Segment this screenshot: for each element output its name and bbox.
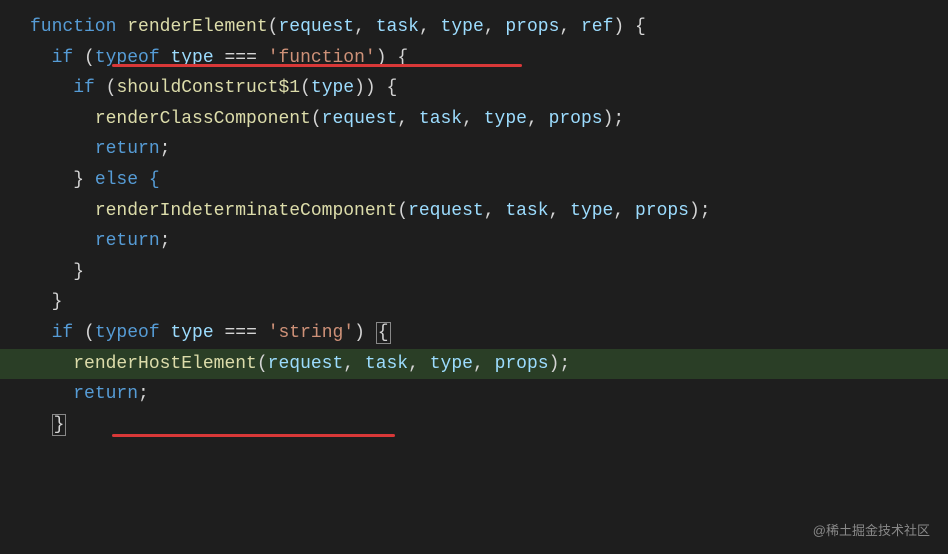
identifier: props (635, 201, 689, 221)
keyword-return: return (95, 139, 160, 159)
function-call: shouldConstruct$1 (116, 78, 300, 98)
code-line: renderIndeterminateComponent(request, ta… (0, 196, 948, 227)
keyword-return: return (95, 231, 160, 251)
param: task (376, 17, 419, 37)
identifier: props (549, 109, 603, 129)
keyword-if: if (52, 48, 74, 68)
code-line: if (typeof type === 'function') { (0, 43, 948, 74)
keyword-function: function (30, 17, 116, 37)
identifier: request (268, 354, 344, 374)
code-line: } (0, 287, 948, 318)
identifier: props (495, 354, 549, 374)
param: type (441, 17, 484, 37)
identifier: request (322, 109, 398, 129)
code-line: function renderElement(request, task, ty… (0, 12, 948, 43)
keyword-return: return (73, 384, 138, 404)
keyword-if: if (73, 78, 95, 98)
identifier: task (365, 354, 408, 374)
cursor-bracket: { (376, 322, 391, 344)
function-call: renderClassComponent (95, 109, 311, 129)
identifier: type (484, 109, 527, 129)
identifier: task (419, 109, 462, 129)
code-line: return; (0, 379, 948, 410)
identifier: request (408, 201, 484, 221)
annotation-underline (112, 434, 395, 437)
function-name: renderElement (127, 17, 267, 37)
code-line-highlighted: renderHostElement(request, task, type, p… (0, 349, 948, 380)
identifier: type (311, 78, 354, 98)
string-literal: 'string' (268, 323, 354, 343)
identifier: task (505, 201, 548, 221)
param: request (278, 17, 354, 37)
matching-bracket: } (52, 414, 67, 436)
code-line: if (shouldConstruct$1(type)) { (0, 73, 948, 104)
param: ref (581, 17, 613, 37)
keyword-if: if (52, 323, 74, 343)
code-line: return; (0, 134, 948, 165)
identifier: type (430, 354, 473, 374)
code-line: } (0, 257, 948, 288)
keyword-typeof: typeof (95, 323, 160, 343)
code-line: } else { (0, 165, 948, 196)
function-call: renderHostElement (73, 354, 257, 374)
code-line: if (typeof type === 'string') { (0, 318, 948, 349)
identifier: type (170, 323, 213, 343)
annotation-underline (112, 64, 522, 67)
watermark: @稀土掘金技术社区 (813, 520, 930, 542)
identifier: type (570, 201, 613, 221)
function-call: renderIndeterminateComponent (95, 201, 397, 221)
code-line: return; (0, 226, 948, 257)
param: props (505, 17, 559, 37)
code-editor[interactable]: function renderElement(request, task, ty… (0, 12, 948, 440)
code-line: renderClassComponent(request, task, type… (0, 104, 948, 135)
